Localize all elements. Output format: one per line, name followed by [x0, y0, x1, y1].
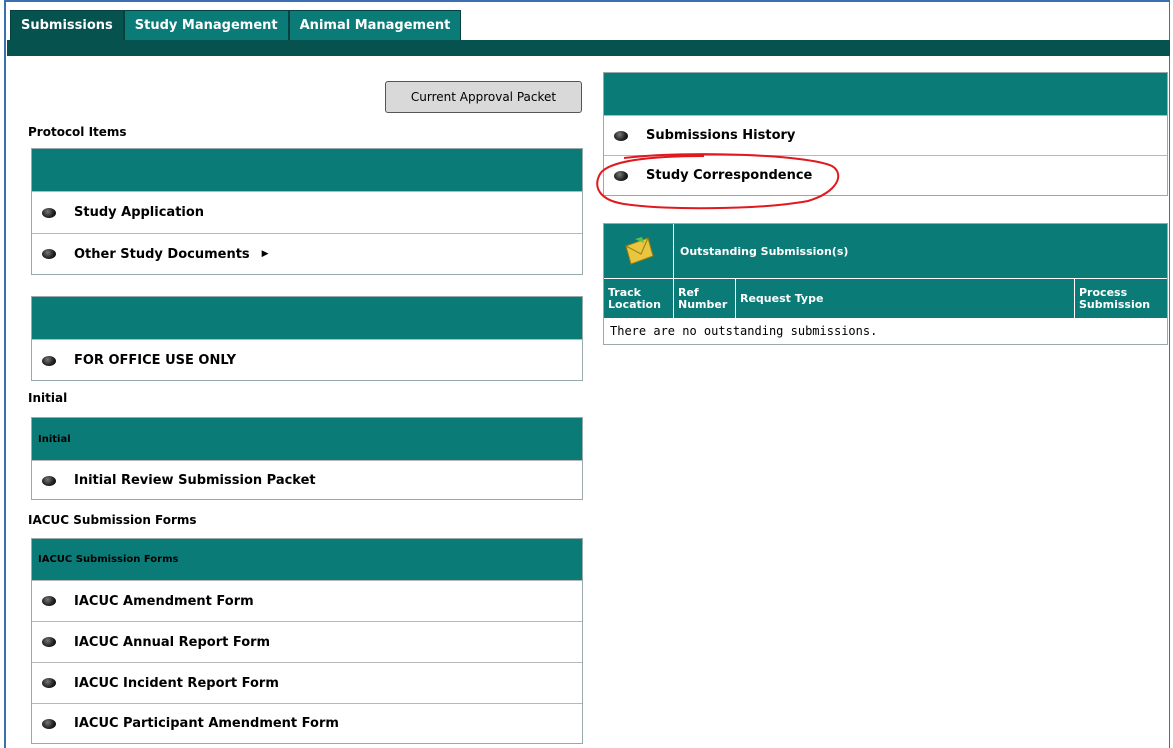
initial-panel: Initial Initial Review Submission Packet — [31, 417, 583, 500]
col-process-submission: Process Submission — [1079, 285, 1151, 311]
row-label: Study Application — [74, 205, 205, 220]
tab-submissions[interactable]: Submissions — [10, 10, 124, 40]
iacuc-incident-report-form-link[interactable]: IACUC Incident Report Form — [32, 662, 582, 703]
bullet-icon — [42, 249, 56, 259]
tab-animal-management[interactable]: Animal Management — [288, 10, 462, 40]
col-request-type: Request Type — [736, 279, 1075, 318]
iacuc-submission-forms-label: IACUC Submission Forms — [28, 513, 197, 527]
row-label: IACUC Amendment Form — [74, 593, 254, 609]
row-label: Submissions History — [646, 128, 796, 143]
bullet-icon — [42, 637, 56, 647]
row-label: Other Study Documents — [74, 246, 250, 262]
protocol-items-label: Protocol Items — [28, 125, 127, 139]
bullet-icon — [42, 207, 56, 218]
outstanding-submissions-table: Outstanding Submission(s) Track Location… — [603, 223, 1168, 345]
panel-header: Initial — [32, 418, 582, 460]
outstanding-header: Outstanding Submission(s) — [604, 224, 1167, 278]
submissions-history-link[interactable]: Submissions History — [604, 115, 1167, 155]
bullet-icon — [614, 130, 628, 141]
panel-header — [32, 297, 582, 339]
other-study-documents-link[interactable]: Other Study Documents ▶ — [32, 233, 582, 274]
bullet-icon — [42, 355, 56, 366]
col-track-location: Track Location — [604, 279, 674, 318]
submenu-arrow-icon: ▶ — [261, 249, 269, 259]
iacuc-amendment-form-link[interactable]: IACUC Amendment Form — [32, 580, 582, 621]
row-label: Initial Review Submission Packet — [74, 473, 316, 488]
tab-bar — [7, 40, 1170, 56]
initial-label: Initial — [28, 391, 68, 405]
envelope-icon — [604, 224, 674, 278]
office-use-panel: FOR OFFICE USE ONLY — [31, 296, 583, 381]
highlight-annotation — [596, 153, 840, 210]
bullet-icon — [42, 678, 56, 688]
row-label: IACUC Incident Report Form — [74, 675, 279, 691]
iacuc-annual-report-form-link[interactable]: IACUC Annual Report Form — [32, 621, 582, 662]
for-office-use-only-link[interactable]: FOR OFFICE USE ONLY — [32, 339, 582, 381]
bullet-icon — [42, 475, 56, 486]
row-label: IACUC Participant Amendment Form — [74, 716, 339, 731]
bullet-icon — [42, 596, 56, 606]
bullet-icon — [42, 718, 56, 729]
row-label: IACUC Annual Report Form — [74, 634, 271, 650]
tab-study-management[interactable]: Study Management — [123, 10, 289, 40]
panel-header — [32, 149, 582, 191]
table-header-row: Track Location Ref Number Request Type P… — [604, 278, 1167, 318]
iacuc-forms-panel: IACUC Submission Forms IACUC Amendment F… — [31, 538, 583, 744]
study-application-link[interactable]: Study Application — [32, 191, 582, 233]
protocol-items-panel: Study Application Other Study Documents … — [31, 148, 583, 275]
panel-header — [604, 73, 1167, 115]
outstanding-title: Outstanding Submission(s) — [680, 244, 849, 258]
col-ref-number: Ref Number — [674, 279, 736, 318]
row-label: FOR OFFICE USE ONLY — [74, 353, 236, 368]
initial-review-submission-packet-link[interactable]: Initial Review Submission Packet — [32, 460, 582, 500]
empty-message: There are no outstanding submissions. — [610, 324, 878, 338]
panel-header: IACUC Submission Forms — [32, 539, 582, 580]
current-approval-packet-button[interactable]: Current Approval Packet — [385, 81, 582, 113]
iacuc-participant-amendment-form-link[interactable]: IACUC Participant Amendment Form — [32, 703, 582, 743]
main-tabs: Submissions Study Management Animal Mana… — [10, 10, 462, 40]
